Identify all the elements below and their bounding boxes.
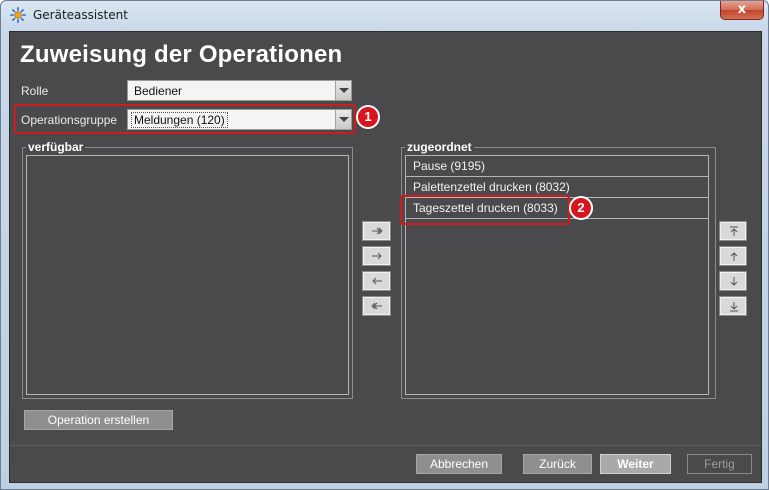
back-button[interactable]: Zurück xyxy=(523,454,592,474)
close-button[interactable]: x xyxy=(720,1,764,20)
move-right-icon xyxy=(372,252,382,260)
move-up-button[interactable] xyxy=(719,246,747,266)
move-to-bottom-button[interactable] xyxy=(719,296,747,316)
chevron-down-icon[interactable] xyxy=(335,110,351,129)
dialog-window: Geräteassistent x Zuweisung der Operatio… xyxy=(0,0,769,490)
create-operation-button[interactable]: Operation erstellen xyxy=(24,410,173,430)
window-title: Geräteassistent xyxy=(33,8,128,22)
move-all-left-icon xyxy=(371,302,382,310)
chevron-down-icon[interactable] xyxy=(335,81,351,100)
move-all-right-icon xyxy=(372,227,383,235)
list-item[interactable]: Pause (9195) xyxy=(406,156,708,177)
dialog-content: Zuweisung der Operationen Rolle Bediener… xyxy=(9,31,762,483)
finish-button[interactable]: Fertig xyxy=(687,454,752,474)
move-up-icon xyxy=(730,252,738,261)
cancel-button[interactable]: Abbrechen xyxy=(416,454,502,474)
move-left-icon xyxy=(372,277,382,285)
rolle-value: Bediener xyxy=(134,84,183,98)
next-button[interactable]: Weiter xyxy=(600,454,671,474)
move-left-button[interactable] xyxy=(362,271,391,291)
footer-divider xyxy=(10,445,761,446)
available-title: verfügbar xyxy=(26,140,86,154)
operationsgruppe-dropdown[interactable]: Meldungen (120) xyxy=(127,109,352,130)
move-all-left-button[interactable] xyxy=(362,296,391,316)
callout-highlight-2 xyxy=(400,195,570,225)
app-sun-icon xyxy=(10,7,26,23)
rolle-dropdown[interactable]: Bediener xyxy=(127,80,352,101)
callout-badge-1: 1 xyxy=(356,105,380,129)
title-bar: Geräteassistent x xyxy=(1,1,768,29)
assigned-list[interactable]: Pause (9195) Palettenzettel drucken (803… xyxy=(405,155,709,395)
operationsgruppe-value: Meldungen (120) xyxy=(131,112,228,128)
page-title: Zuweisung der Operationen xyxy=(20,41,343,68)
move-to-bottom-icon xyxy=(730,302,738,312)
move-to-top-button[interactable] xyxy=(719,221,747,241)
assigned-title: zugeordnet xyxy=(405,140,474,154)
move-to-top-icon xyxy=(730,226,738,236)
move-all-right-button[interactable] xyxy=(362,221,391,241)
operationsgruppe-label: Operationsgruppe xyxy=(21,113,118,127)
move-down-button[interactable] xyxy=(719,271,747,291)
available-list[interactable] xyxy=(26,155,349,395)
callout-badge-2: 2 xyxy=(569,196,593,220)
move-down-icon xyxy=(730,277,738,286)
rolle-label: Rolle xyxy=(21,84,49,98)
move-right-button[interactable] xyxy=(362,246,391,266)
